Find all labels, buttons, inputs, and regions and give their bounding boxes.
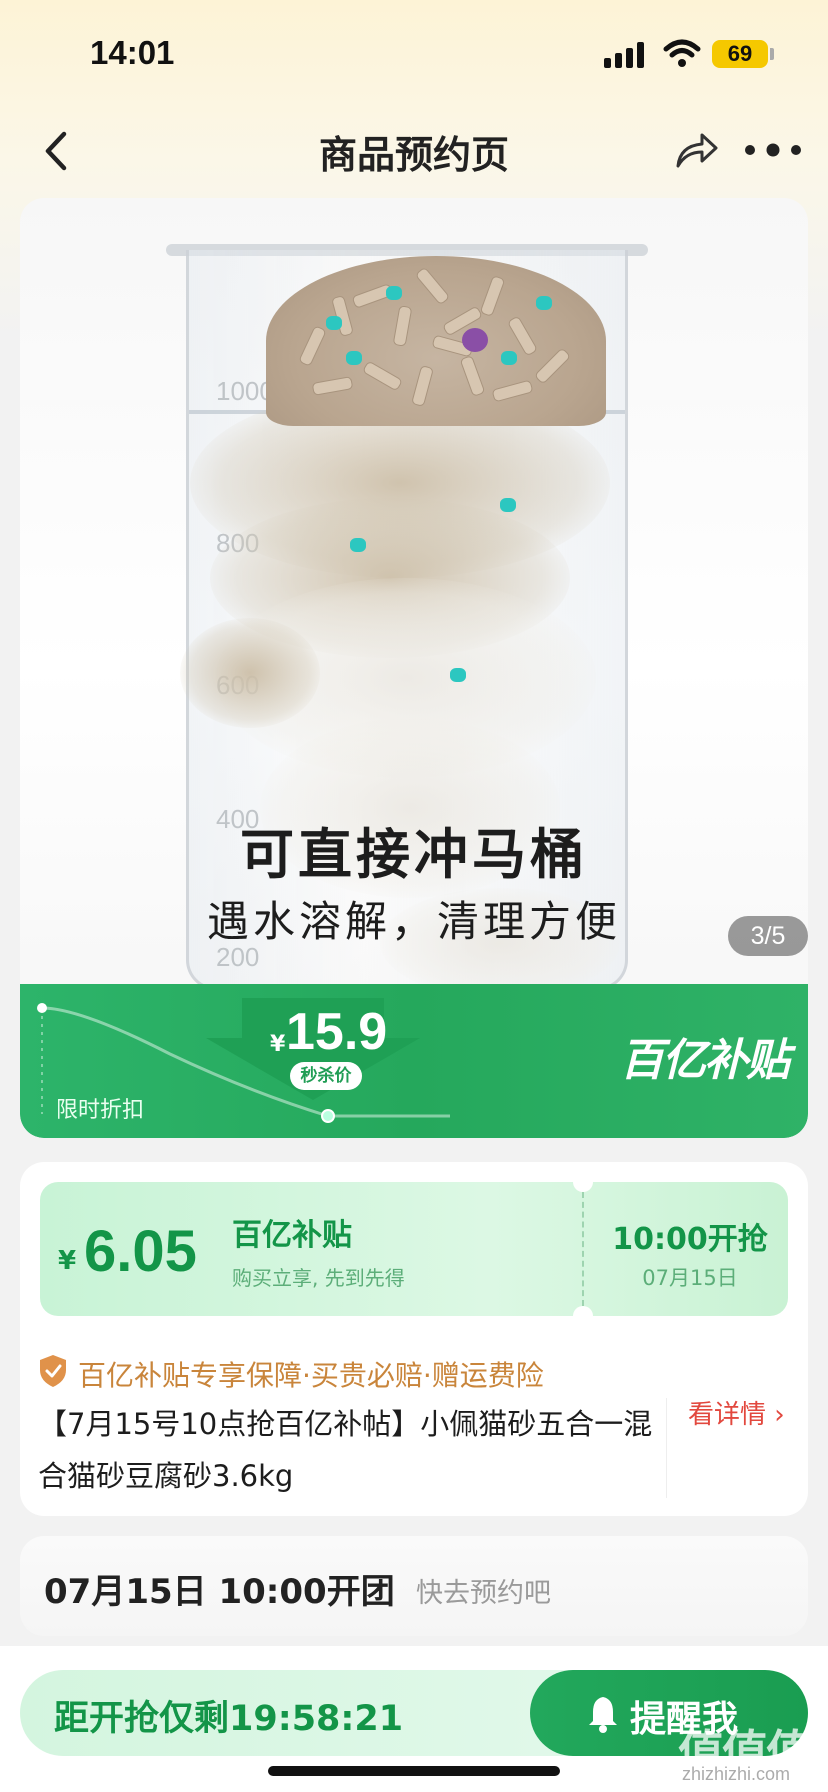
view-details-label: 看详情	[688, 1400, 767, 1430]
limit-discount-label: 限时折扣	[56, 1098, 145, 1123]
coupon-notch	[573, 1182, 593, 1192]
brand-logo: 百亿补贴	[620, 1035, 790, 1086]
schedule-date: 07月15日 10:00开团	[44, 1572, 395, 1612]
chevron-right-icon: ›	[766, 1400, 785, 1430]
schedule-hint: 快去预约吧	[416, 1578, 551, 1609]
share-icon[interactable]	[672, 126, 720, 174]
litter-granule	[350, 538, 366, 552]
dissolve-cloud	[180, 618, 320, 728]
coupon-amount: 6.05	[84, 1219, 197, 1284]
wifi-icon	[663, 39, 701, 67]
flash-price-currency: ¥	[270, 1032, 286, 1057]
bell-icon	[589, 1697, 617, 1733]
coupon-desc: 购买立享, 先到先得	[232, 1266, 405, 1290]
countdown-text: 距开抢仅剩19:58:21	[54, 1699, 404, 1739]
litter-granule	[500, 498, 516, 512]
product-gallery[interactable]: 1000 800 600 400 200 可直接冲马桶 遇水溶解，清理方便 3	[20, 198, 808, 1138]
coupon-notch	[573, 1306, 593, 1316]
coupon-start-time: 10:00开抢	[612, 1222, 768, 1257]
gallery-headline: 可直接冲马桶	[240, 823, 588, 886]
status-bar: 14:01 69	[0, 0, 828, 100]
shield-icon	[40, 1355, 66, 1387]
subsidy-coupon[interactable]: ¥ 6.05 百亿补贴 购买立享, 先到先得 10:00开抢 07月15日	[40, 1182, 788, 1316]
guarantee-text: 百亿补贴专享保障·买贵必赔·赠运费险	[78, 1359, 544, 1392]
signal-icon	[604, 42, 646, 68]
battery-icon: 69	[712, 40, 768, 68]
status-time: 14:01	[90, 34, 175, 71]
flash-price-label: 秒杀价	[290, 1062, 362, 1090]
coupon-start-date: 07月15日	[642, 1266, 738, 1290]
home-indicator	[268, 1766, 560, 1776]
product-title: 【7月15号10点抢百亿补帖】小佩猫砂五合一混合猫砂豆腐砂3.6kg	[38, 1407, 653, 1493]
group-schedule: 07月15日 10:00开团 快去预约吧	[20, 1536, 808, 1636]
divider	[666, 1398, 667, 1498]
view-details-link[interactable]: 看详情 ›	[688, 1394, 785, 1431]
litter-mound	[266, 256, 606, 426]
bottom-bar: 距开抢仅剩19:58:21 提醒我 值值值 zhizhizhi.com	[0, 1646, 828, 1792]
price-banner: 限时折扣 ¥ 15.9 秒杀价 百亿补贴	[20, 984, 808, 1138]
litter-granule	[450, 668, 466, 682]
more-icon[interactable]	[742, 128, 804, 172]
watermark-url: zhizhizhi.com	[682, 1764, 791, 1784]
nav-bar: 商品预约页	[0, 110, 828, 190]
battery-tip	[770, 48, 774, 60]
coupon-title: 百亿补贴	[232, 1218, 352, 1253]
gallery-counter: 3/5	[728, 916, 808, 956]
product-info-card: ¥ 6.05 百亿补贴 购买立享, 先到先得 10:00开抢 07月15日 百亿…	[20, 1162, 808, 1516]
gallery-subheadline: 遇水溶解，清理方便	[206, 897, 621, 946]
flash-price: 15.9	[286, 1003, 388, 1061]
coupon-divider	[582, 1192, 584, 1306]
coupon-currency: ¥	[58, 1246, 77, 1276]
